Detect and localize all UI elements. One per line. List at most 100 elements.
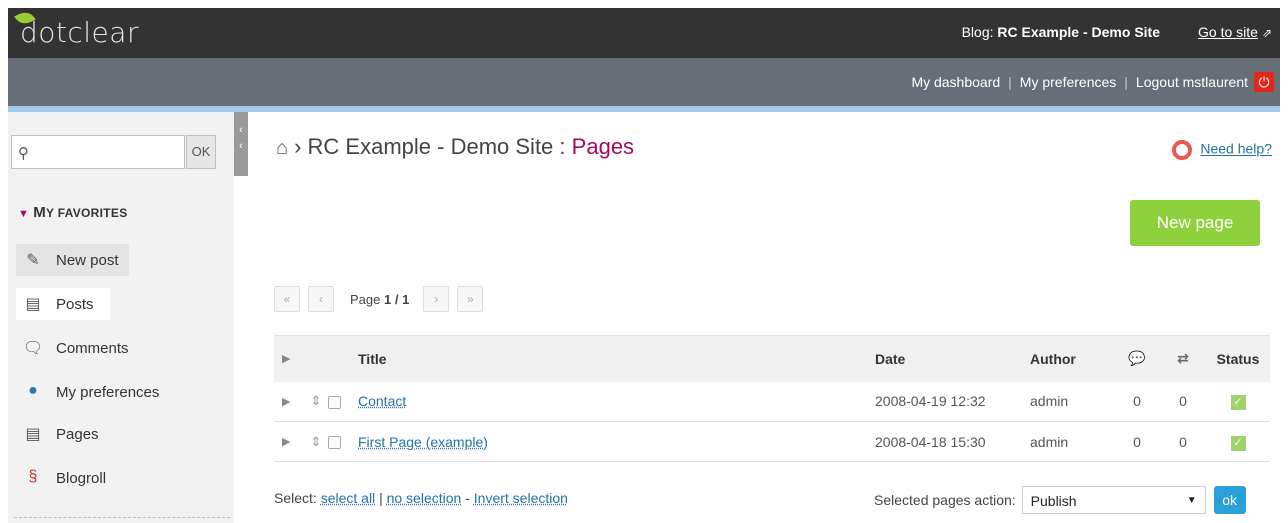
breadcrumb-separator: :: [559, 134, 566, 159]
sub-bar: My dashboard | My preferences | Logout m…: [8, 58, 1280, 106]
new-page-button[interactable]: New page: [1130, 200, 1260, 246]
page-title-link[interactable]: First Page (example): [358, 434, 488, 450]
expand-row-icon[interactable]: ▶: [274, 381, 304, 422]
sidebar-item-label: New post: [56, 251, 119, 269]
posts-icon: ▤: [25, 296, 41, 313]
trackbacks-column-icon: ⇄: [1160, 335, 1206, 382]
comment-count: 0: [1114, 421, 1160, 462]
sidebar-item-pages[interactable]: ▤ Pages: [22, 424, 99, 444]
blogroll-icon: §: [28, 468, 38, 485]
go-to-site-link[interactable]: Go to site ⇗: [1198, 24, 1272, 40]
page-author: admin: [1030, 421, 1114, 462]
header-spacer: [304, 335, 328, 382]
last-page-button[interactable]: »: [457, 286, 484, 312]
drag-handle-icon[interactable]: ⇕: [304, 421, 328, 462]
power-icon[interactable]: ⏻: [1254, 72, 1274, 92]
sidebar-item-posts[interactable]: ▤ Posts: [16, 288, 110, 320]
row-checkbox[interactable]: [328, 396, 341, 410]
drag-handle-icon[interactable]: ⇕: [304, 381, 328, 422]
sidebar: ⚲ OK ▼ MY FAVORITES ✎ New post ▤ Posts 🗨 …: [8, 112, 234, 523]
select-separator: -: [465, 490, 470, 506]
prev-page-button[interactable]: ‹: [308, 286, 334, 312]
blog-name[interactable]: RC Example - Demo Site: [997, 24, 1160, 40]
header-spacer: [328, 335, 358, 382]
bulk-action-ok-button[interactable]: ok: [1213, 486, 1246, 514]
dashboard-link[interactable]: My dashboard: [911, 74, 1000, 90]
sidebar-item-label: Blogroll: [56, 469, 107, 487]
select-separator: |: [379, 490, 383, 506]
expand-all-icon[interactable]: ▶: [274, 335, 304, 382]
next-page-button[interactable]: ›: [423, 286, 450, 312]
comment-count: 0: [1114, 381, 1160, 422]
search-icon: ⚲: [18, 145, 29, 162]
search-input[interactable]: ⚲: [11, 135, 185, 169]
page-title: ⌂ › RC Example - Demo Site : Pages: [276, 134, 634, 160]
page-indicator-value: 1 / 1: [384, 291, 410, 307]
bulk-action-value: Publish: [1030, 493, 1077, 509]
column-author[interactable]: Author: [1030, 335, 1114, 382]
main-content: ⌂ › RC Example - Demo Site : Pages Need h…: [248, 112, 1280, 523]
page-author: admin: [1030, 381, 1114, 422]
breadcrumb-current: Pages: [571, 134, 635, 159]
selection-controls: Select: select all | no selection - Inve…: [274, 490, 568, 506]
published-status-icon: ✓: [1230, 395, 1246, 411]
breadcrumb-arrow: ›: [294, 134, 308, 159]
favorites-heading-initial: M: [33, 204, 46, 221]
page-indicator-prefix: Page: [350, 291, 381, 307]
column-date[interactable]: Date: [875, 335, 1030, 382]
search-ok-button[interactable]: OK: [186, 135, 216, 169]
new-post-icon: ✎: [26, 252, 40, 269]
external-link-icon: ⇗: [1261, 26, 1272, 40]
sidebar-item-my-preferences[interactable]: ● My preferences: [22, 382, 159, 402]
breadcrumb-site: RC Example - Demo Site: [307, 134, 554, 159]
page-indicator: Page 1 / 1: [350, 292, 409, 307]
go-to-site-label: Go to site: [1198, 24, 1258, 40]
trackback-count: 0: [1160, 381, 1206, 422]
pagination: « ‹ Page 1 / 1 › »: [274, 286, 491, 312]
blog-info: Blog: RC Example - Demo Site: [962, 24, 1160, 40]
page-date: 2008-04-18 15:30: [875, 421, 1030, 462]
bulk-action-select[interactable]: Publish ▼: [1021, 486, 1206, 514]
bulk-action-label: Selected pages action:: [874, 492, 1016, 508]
nav-divider: |: [1008, 74, 1012, 90]
table-row: ▶ ⇕ First Page (example) 2008-04-18 15:3…: [274, 421, 1270, 462]
favorites-heading-label: Y FAVORITES: [45, 206, 128, 220]
home-icon[interactable]: ⌂: [276, 137, 288, 159]
sidebar-item-label: My preferences: [56, 383, 160, 401]
help-label: Need help?: [1200, 140, 1272, 157]
select-all-link[interactable]: select all: [321, 490, 375, 506]
help-link[interactable]: Need help?: [1172, 140, 1272, 160]
user-nav: My dashboard | My preferences | Logout m…: [911, 72, 1274, 92]
logout-link[interactable]: Logout mstlaurent: [1136, 74, 1248, 90]
top-bar: dotclear Blog: RC Example - Demo Site Go…: [8, 8, 1280, 58]
published-status-icon: ✓: [1230, 435, 1246, 451]
comments-column-icon: 💬: [1114, 335, 1160, 382]
pages-table: ▶ Title Date Author 💬 ⇄ Status ▶ ⇕ Conta…: [274, 335, 1270, 462]
sidebar-item-label: Posts: [56, 295, 94, 313]
page-title-link[interactable]: Contact: [358, 393, 406, 409]
sidebar-item-label: Comments: [56, 339, 129, 357]
user-prefs-icon: ●: [28, 382, 38, 399]
invert-selection-link[interactable]: Invert selection: [474, 490, 568, 506]
no-selection-link[interactable]: no selection: [387, 490, 462, 506]
sidebar-item-comments[interactable]: 🗨 Comments: [22, 338, 129, 358]
sidebar-divider: [14, 517, 230, 518]
favorites-heading[interactable]: ▼ MY FAVORITES: [18, 204, 128, 221]
pages-icon: ▤: [25, 426, 41, 443]
column-title[interactable]: Title: [358, 335, 875, 382]
table-row: ▶ ⇕ Contact 2008-04-19 12:32 admin 0 0 ✓: [274, 381, 1270, 422]
column-status[interactable]: Status: [1206, 335, 1270, 382]
sidebar-item-label: Pages: [56, 425, 99, 443]
comments-icon: 🗨: [22, 340, 44, 357]
logo[interactable]: dotclear: [20, 16, 139, 49]
expand-row-icon[interactable]: ▶: [274, 421, 304, 462]
dropdown-arrow-icon: ▼: [1186, 495, 1197, 506]
sidebar-item-new-post[interactable]: ✎ New post: [16, 244, 129, 276]
row-checkbox[interactable]: [328, 436, 341, 450]
collapse-sidebar-button[interactable]: ‹ ‹: [234, 112, 248, 176]
first-page-button[interactable]: «: [274, 286, 300, 312]
sidebar-item-blogroll[interactable]: § Blogroll: [22, 468, 106, 488]
preferences-link[interactable]: My preferences: [1020, 74, 1116, 90]
nav-divider: |: [1124, 74, 1128, 90]
lifebuoy-icon: [1172, 140, 1193, 160]
